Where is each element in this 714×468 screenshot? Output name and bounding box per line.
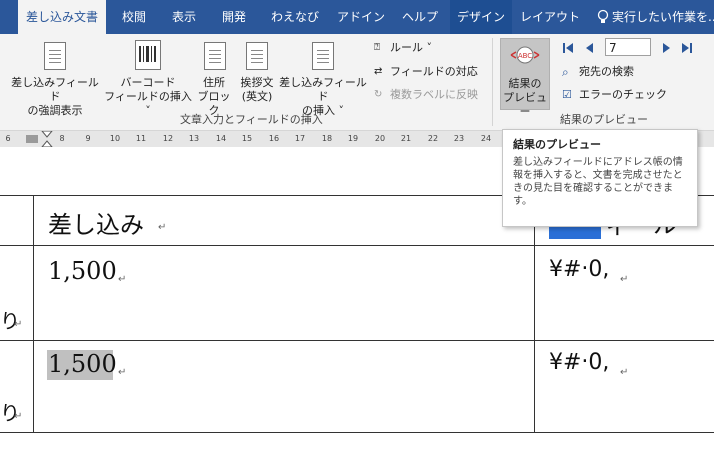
preview-results-button[interactable]: ABC 結果の プレビュー [500,38,550,118]
ruler-number: 23 [453,134,465,143]
group-label-preview: 結果のプレビュー [560,113,648,126]
ruler-number: 15 [241,134,253,143]
update-labels-icon: ↻ [374,89,383,100]
address-block-icon [204,42,226,70]
greeting-line-button[interactable]: 挨拶文 (英文) [236,76,278,104]
highlight-fields-icon [44,42,66,70]
ruler-number: 21 [400,134,412,143]
ruler-number: 10 [109,134,121,143]
update-labels-button[interactable]: 複数ラベルに反映 [390,88,478,102]
merge-value-cell[interactable]: 1,500 [48,350,117,378]
paragraph-mark: ↵ [14,319,23,330]
insert-label-1: 差し込みフィールド [279,76,367,103]
merge-value-cell[interactable]: 1,500 [48,257,117,285]
find-recipient-icon: ⌕ [562,65,569,79]
preview-label-1: 結果の [508,77,542,90]
paragraph-mark: ↵ [118,367,127,378]
record-number-input[interactable]: 7 [605,38,651,56]
first-record-icon [563,43,565,53]
ruler-number: 18 [321,134,333,143]
format-code-cell[interactable]: ¥#‧0, [549,350,609,375]
tab-addins[interactable]: アドイン [334,0,388,34]
check-errors-icon: ☑ [562,88,572,101]
ribbon-tab-bar: 差し込み文書 校閲 表示 開発 わえなび アドイン ヘルプ デザイン レイアウト… [0,0,714,34]
tab-waenavi[interactable]: わえなび [262,0,328,34]
tell-me-search[interactable]: 実行したい作業を... [612,0,714,34]
ruler-number: 8 [59,134,65,143]
table-column-border [534,195,535,433]
highlight-merge-fields-button[interactable]: 差し込みフィールド の強調表示 [6,76,104,118]
table-border-bottom [0,432,714,433]
group-label-write-insert: 文章入力とフィールドの挿入 [180,113,323,126]
match-fields-button[interactable]: フィールドの対応 [390,65,478,79]
last-record-icon [682,43,689,53]
match-fields-icon: ⇄ [374,66,383,77]
ruler-number: 19 [347,134,359,143]
ruler-number: 16 [268,134,280,143]
ruler-number: 9 [85,134,91,143]
ruler-number: 11 [135,134,147,143]
table-border [0,340,714,341]
barcode-label-1: バーコード [120,76,176,89]
tab-view[interactable]: 表示 [162,0,206,34]
rules-icon: ⍰ [374,42,380,53]
find-recipient-button[interactable]: 宛先の検索 [579,65,634,79]
ruler-number: 17 [294,134,306,143]
address-label-1: 住所 [203,76,225,89]
record-nav-back [563,43,593,53]
format-code-cell[interactable]: ¥#‧0, [549,257,609,282]
greeting-line-icon [246,42,268,70]
ruler-number: 20 [374,134,386,143]
previous-record-icon [586,43,593,53]
ruler-margin-marker [26,135,38,143]
first-record-icon-arrow [566,43,573,53]
preview-label-2: プレビュー [503,91,547,118]
paragraph-mark: ↵ [14,411,23,422]
header-cell-merge[interactable]: 差し込み [48,205,144,240]
tab-table-layout[interactable]: レイアウト [514,0,586,34]
preview-results-tooltip: 結果のプレビュー 差し込みフィールドにアドレス帳の情報を挿入すると、文書を完成さ… [502,129,698,227]
record-nav-forward [663,43,692,53]
next-record-icon [663,43,670,53]
ruler-number: 22 [427,134,439,143]
group-separator [492,38,493,126]
ruler-number: 24 [480,134,492,143]
greeting-label-2: (英文) [241,90,273,103]
paragraph-mark: ↵ [118,274,127,285]
check-errors-button[interactable]: エラーのチェック [579,88,667,102]
svg-text:ABC: ABC [518,52,532,60]
table-column-border [33,195,34,433]
tab-previous-partial[interactable] [0,0,14,34]
tab-help[interactable]: ヘルプ [394,0,446,34]
tab-review[interactable]: 校閲 [112,0,156,34]
ruler-number: 14 [215,134,227,143]
lightbulb-icon [597,9,609,23]
table-border [0,245,714,246]
greeting-label-1: 挨拶文 [240,76,274,89]
indent-marker-icon[interactable] [41,131,53,147]
tooltip-body: 差し込みフィールドにアドレス帳の情報を挿入すると、文書を完成させたときの見た目を… [513,157,683,207]
ruler-number: 6 [5,134,11,143]
tab-table-design[interactable]: デザイン [450,0,512,34]
paragraph-mark: ↵ [620,367,629,378]
paragraph-mark: ↵ [158,222,167,233]
rules-button[interactable]: ルール ˅ [390,41,432,55]
ruler-number: 13 [188,134,200,143]
ribbon-panel: 差し込みフィールド の強調表示 バーコード フィールドの挿入 ˅ 住所 ブロック… [0,34,714,131]
tooltip-title: 結果のプレビュー [513,138,601,151]
paragraph-mark: ↵ [620,274,629,285]
tab-mailings[interactable]: 差し込み文書 [18,0,106,34]
highlight-label-1: 差し込みフィールド [11,76,99,103]
highlight-label-2: の強調表示 [27,104,83,117]
barcode-icon [135,40,161,70]
tab-developer[interactable]: 開発 [212,0,256,34]
abc-preview-icon: ABC [510,46,540,64]
preview-label: 結果の プレビュー [501,77,549,119]
ruler-number: 12 [162,134,174,143]
insert-merge-field-icon [312,42,334,70]
